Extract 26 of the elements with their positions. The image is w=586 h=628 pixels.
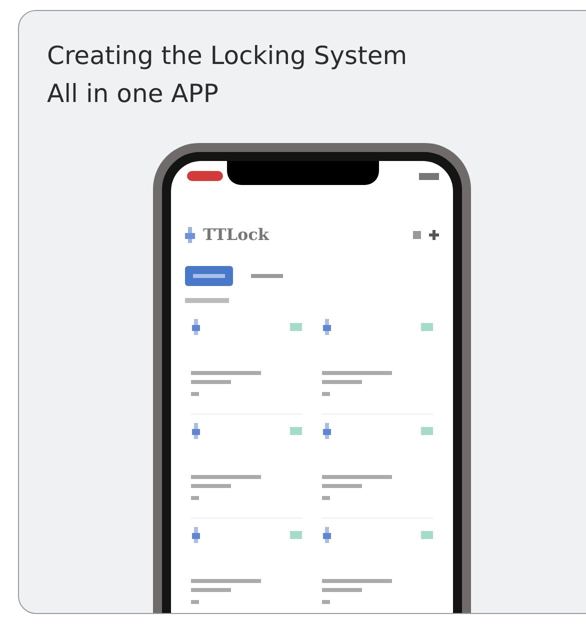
heading-line: All in one APP xyxy=(47,78,218,110)
lock-icon xyxy=(191,423,201,439)
heading-line: Creating the Locking System xyxy=(47,40,408,72)
status-badge xyxy=(421,531,433,539)
tab[interactable] xyxy=(185,266,233,286)
lock-card[interactable] xyxy=(191,319,302,415)
status-badge xyxy=(290,323,302,331)
lock-card[interactable] xyxy=(322,423,433,519)
status-indicator xyxy=(187,171,223,181)
lock-card[interactable] xyxy=(322,319,433,415)
status-badge xyxy=(421,323,433,331)
plus-icon[interactable] xyxy=(429,230,439,240)
lock-icon xyxy=(322,527,332,543)
status-badge xyxy=(290,427,302,435)
scan-icon[interactable] xyxy=(413,230,421,238)
lock-icon xyxy=(185,226,195,242)
lock-icon xyxy=(191,527,201,543)
lock-icon xyxy=(322,319,332,335)
blurred-text xyxy=(185,298,229,303)
status-badge xyxy=(421,427,433,435)
lock-icon xyxy=(322,423,332,439)
lock-card[interactable] xyxy=(191,423,302,519)
battery-icon xyxy=(419,173,439,180)
app-title: TTLock xyxy=(203,225,269,244)
lock-icon xyxy=(191,319,201,335)
status-badge xyxy=(290,531,302,539)
